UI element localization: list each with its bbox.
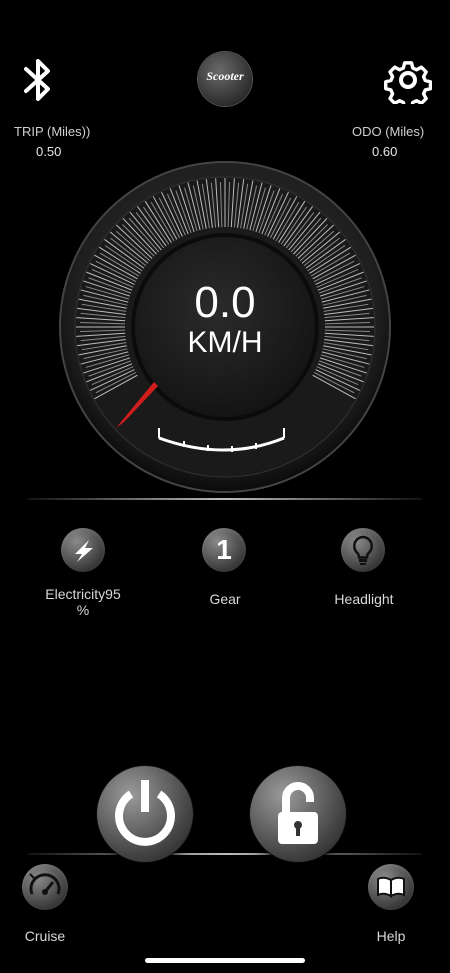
unlock-icon: [278, 782, 318, 844]
speed-unit: KM/H: [187, 326, 263, 359]
book-icon: [377, 876, 405, 898]
odo-value: 0.60: [372, 144, 398, 159]
bluetooth-button[interactable]: [16, 55, 60, 105]
electricity-label-line2: %: [76, 602, 90, 618]
power-button[interactable]: [97, 766, 193, 862]
lightning-icon: [75, 540, 93, 562]
speedometer: 0.0 KM/H: [58, 160, 392, 494]
headlight-label: Headlight: [334, 591, 394, 607]
bottom-divider: [28, 853, 422, 855]
trip-value: 0.50: [36, 144, 62, 159]
cruise-button[interactable]: [22, 864, 68, 910]
headlight-button[interactable]: [341, 528, 385, 572]
odo-label: ODO (Miles): [352, 124, 425, 139]
cruise-gauge-icon: [29, 873, 61, 895]
gear-label: Gear: [209, 591, 241, 607]
electricity-label-line1: Electricity95: [45, 586, 121, 602]
electricity-label: Electricity95 %: [30, 586, 136, 618]
speed-value: 0.0: [194, 278, 256, 327]
cruise-label: Cruise: [24, 928, 66, 944]
trip-label: TRIP (Miles)): [14, 124, 91, 139]
section-divider: [28, 498, 422, 500]
settings-button[interactable]: [384, 56, 433, 110]
gear-icon: [384, 61, 433, 110]
app-logo: Scooter: [198, 52, 252, 106]
gear-indicator[interactable]: 1: [202, 528, 246, 572]
bulb-icon: [352, 535, 374, 565]
logo-text: Scooter: [206, 69, 244, 83]
bluetooth-icon: [24, 59, 50, 101]
lock-button[interactable]: [250, 766, 346, 862]
home-indicator[interactable]: [145, 958, 305, 963]
help-button[interactable]: [368, 864, 414, 910]
power-icon: [115, 780, 175, 846]
electricity-indicator: [61, 528, 105, 572]
help-label: Help: [376, 928, 406, 944]
gear-value: 1: [216, 534, 232, 565]
